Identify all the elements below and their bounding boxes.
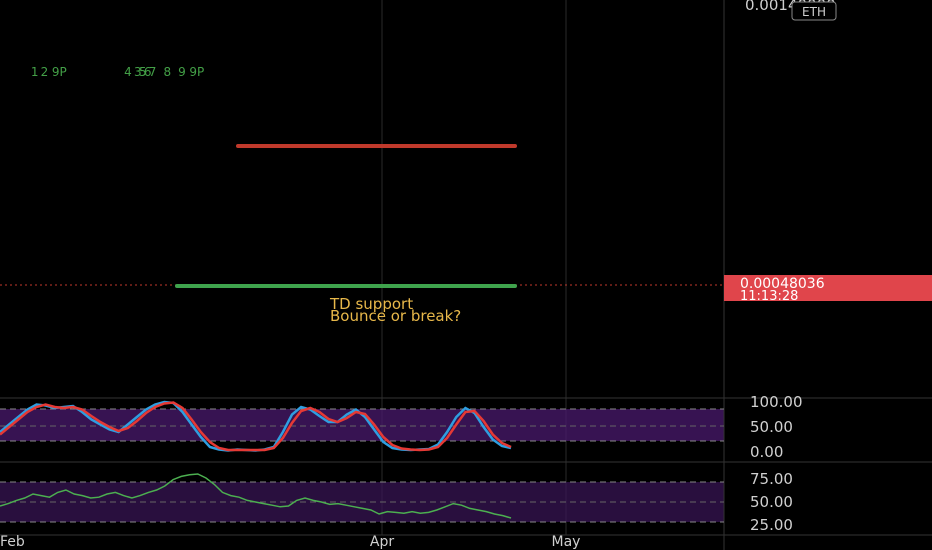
stoch-tick-label: 100.00 <box>750 393 803 411</box>
td-label-green: 8 <box>163 65 171 79</box>
annotation-line-2: Bounce or break? <box>330 307 461 325</box>
td-label-green: 9P <box>52 65 67 79</box>
countdown-timer: 11:13:28 <box>740 289 798 304</box>
time-axis-label: May <box>552 534 581 550</box>
td-label-green: 9P <box>189 65 204 79</box>
currency-label: ETH <box>802 5 826 19</box>
rsi-tick-label: 25.00 <box>750 516 793 534</box>
td-label-green: 9 <box>178 65 186 79</box>
time-axis-label: Apr <box>370 534 394 550</box>
time-axis-label: Feb <box>0 534 25 550</box>
rsi-tick-label: 75.00 <box>750 470 793 488</box>
stoch-tick-label: 0.00 <box>750 443 783 461</box>
price-chart[interactable]: 0.00140000 0.001200000.001100000.0010000… <box>0 0 932 550</box>
td-label-green: 2 <box>41 65 49 79</box>
rsi-tick-label: 50.00 <box>750 493 793 511</box>
td-label-green: 7 <box>149 65 157 79</box>
stoch-tick-label: 50.00 <box>750 418 793 436</box>
td-label-green: 1 <box>31 65 39 79</box>
td-label-green: 4 <box>124 65 132 79</box>
